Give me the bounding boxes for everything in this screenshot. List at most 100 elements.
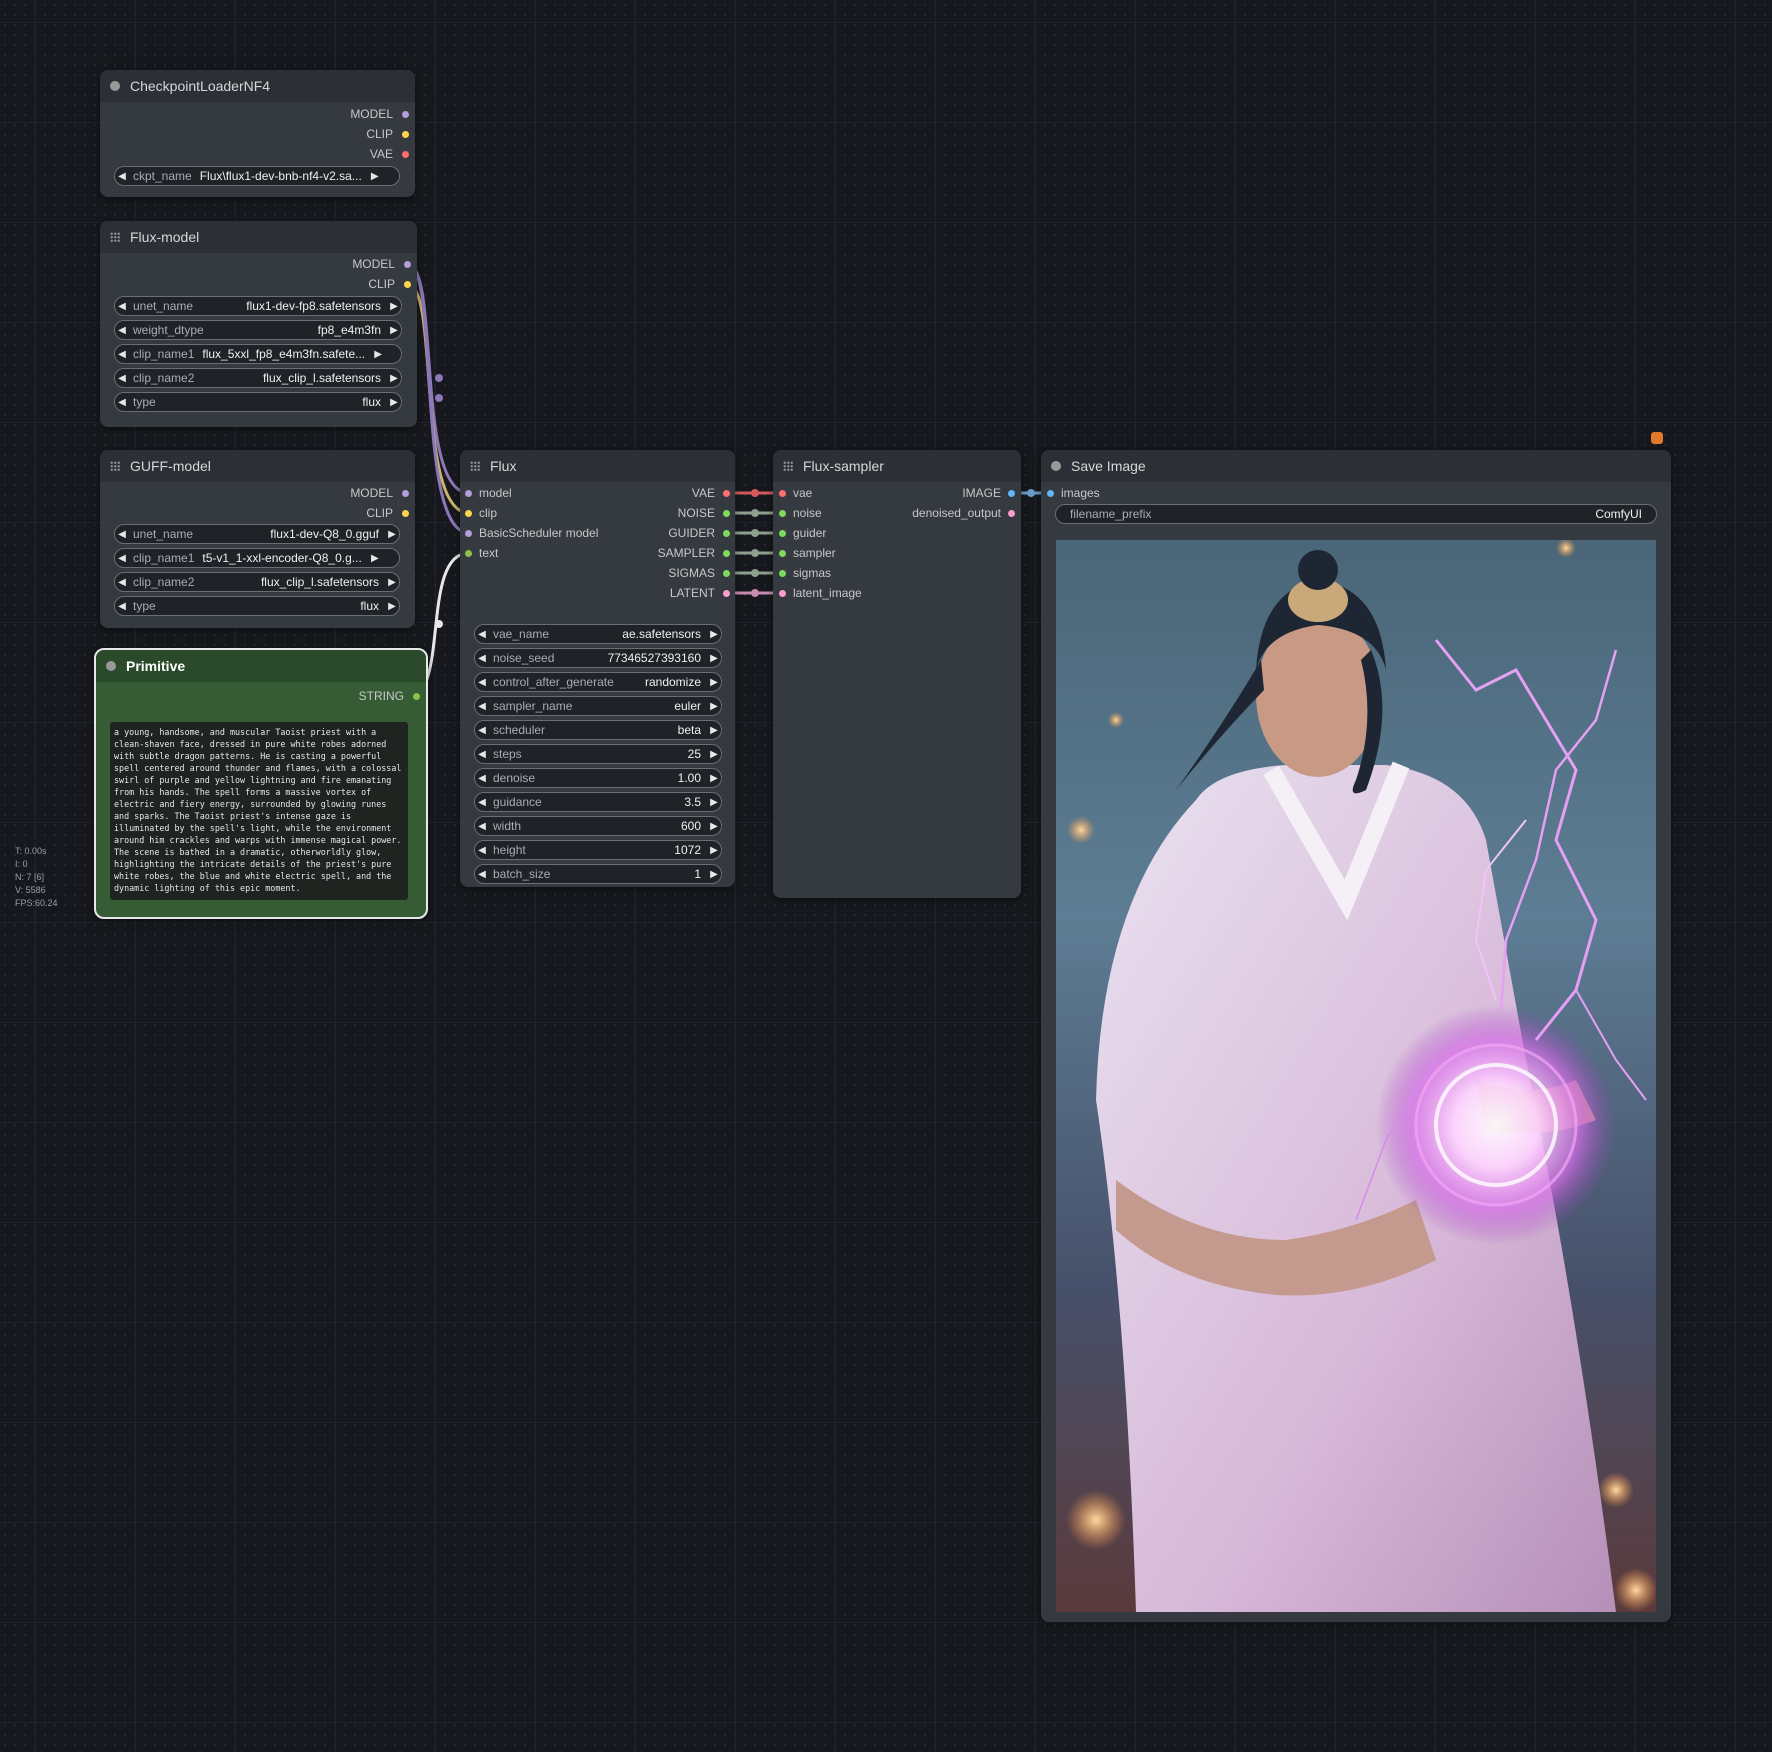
- widget-guidance[interactable]: ◀ guidance 3.5 ▶: [474, 792, 722, 812]
- widget-batch-size[interactable]: ◀ batch_size 1 ▶: [474, 864, 722, 884]
- increment-arrow-icon[interactable]: ▶: [707, 701, 721, 712]
- output-noise-socket-icon[interactable]: [723, 510, 730, 517]
- increment-arrow-icon[interactable]: ▶: [707, 869, 721, 880]
- output-sampler-socket-icon[interactable]: [723, 550, 730, 557]
- node-header[interactable]: Flux: [460, 450, 735, 482]
- decrement-arrow-icon[interactable]: ◀: [475, 773, 489, 784]
- increment-arrow-icon[interactable]: ▶: [385, 529, 399, 540]
- guff-model-node[interactable]: GUFF-model MODEL CLIP ◀ unet_name flux1-de…: [100, 450, 415, 628]
- node-header[interactable]: Save Image: [1041, 450, 1671, 482]
- increment-arrow-icon[interactable]: ▶: [387, 373, 401, 384]
- decrement-arrow-icon[interactable]: ◀: [475, 629, 489, 640]
- input-vae-socket-icon[interactable]: [779, 490, 786, 497]
- collapse-dot-icon[interactable]: [110, 81, 120, 91]
- output-model-socket-icon[interactable]: [404, 261, 411, 268]
- increment-arrow-icon[interactable]: ▶: [707, 821, 721, 832]
- decrement-arrow-icon[interactable]: ◀: [475, 869, 489, 880]
- decrement-arrow-icon[interactable]: ◀: [115, 373, 129, 384]
- flux-sampler-node[interactable]: Flux-sampler vae noise guider sampler si…: [773, 450, 1021, 898]
- output-latent-socket-icon[interactable]: [723, 590, 730, 597]
- output-vae-socket-icon[interactable]: [402, 151, 409, 158]
- widget-filename-prefix[interactable]: filename_prefix ComfyUI: [1055, 504, 1657, 524]
- output-clip-socket-icon[interactable]: [404, 281, 411, 288]
- collapse-dot-icon[interactable]: [1051, 461, 1061, 471]
- increment-arrow-icon[interactable]: ▶: [707, 653, 721, 664]
- decrement-arrow-icon[interactable]: ◀: [115, 301, 129, 312]
- widget-control-after-generate[interactable]: ◀ control_after_generate randomize ▶: [474, 672, 722, 692]
- decrement-arrow-icon[interactable]: ◀: [115, 577, 129, 588]
- decrement-arrow-icon[interactable]: ◀: [115, 171, 129, 182]
- drag-grip-icon[interactable]: [470, 461, 480, 471]
- output-clip-socket-icon[interactable]: [402, 131, 409, 138]
- node-header[interactable]: Flux-model: [100, 221, 417, 253]
- input-clip-socket-icon[interactable]: [465, 510, 472, 517]
- decrement-arrow-icon[interactable]: ◀: [115, 349, 129, 360]
- increment-arrow-icon[interactable]: ▶: [707, 749, 721, 760]
- output-sigmas-socket-icon[interactable]: [723, 570, 730, 577]
- input-sampler-socket-icon[interactable]: [779, 550, 786, 557]
- output-model-socket-icon[interactable]: [402, 490, 409, 497]
- checkpoint-loader-node[interactable]: CheckpointLoaderNF4 MODEL CLIP VAE ◀ ckp…: [100, 70, 415, 197]
- decrement-arrow-icon[interactable]: ◀: [475, 797, 489, 808]
- widget-height[interactable]: ◀ height 1072 ▶: [474, 840, 722, 860]
- widget-unet-name[interactable]: ◀ unet_name flux1-dev-fp8.safetensors ▶: [114, 296, 402, 316]
- widget-noise-seed[interactable]: ◀ noise_seed 77346527393160 ▶: [474, 648, 722, 668]
- input-scheduler-model-socket-icon[interactable]: [465, 530, 472, 537]
- save-image-node[interactable]: Save Image images filename_prefix ComfyU…: [1041, 450, 1671, 1622]
- output-clip-socket-icon[interactable]: [402, 510, 409, 517]
- widget-type[interactable]: ◀ type flux ▶: [114, 392, 402, 412]
- increment-arrow-icon[interactable]: ▶: [707, 629, 721, 640]
- increment-arrow-icon[interactable]: ▶: [707, 773, 721, 784]
- widget-clip-name2[interactable]: ◀ clip_name2 flux_clip_l.safetensors ▶: [114, 368, 402, 388]
- increment-arrow-icon[interactable]: ▶: [707, 845, 721, 856]
- flux-node[interactable]: Flux model clip BasicScheduler model tex…: [460, 450, 735, 887]
- input-sigmas-socket-icon[interactable]: [779, 570, 786, 577]
- decrement-arrow-icon[interactable]: ◀: [115, 325, 129, 336]
- decrement-arrow-icon[interactable]: ◀: [115, 601, 129, 612]
- increment-arrow-icon[interactable]: ▶: [707, 677, 721, 688]
- node-header[interactable]: GUFF-model: [100, 450, 415, 482]
- widget-clip-name1[interactable]: ◀ clip_name1 t5-v1_1-xxl-encoder-Q8_0.g...…: [114, 548, 400, 568]
- node-header[interactable]: Flux-sampler: [773, 450, 1021, 482]
- decrement-arrow-icon[interactable]: ◀: [115, 553, 129, 564]
- widget-steps[interactable]: ◀ steps 25 ▶: [474, 744, 722, 764]
- widget-type[interactable]: ◀ type flux ▶: [114, 596, 400, 616]
- increment-arrow-icon[interactable]: ▶: [368, 171, 382, 182]
- input-model-socket-icon[interactable]: [465, 490, 472, 497]
- decrement-arrow-icon[interactable]: ◀: [475, 653, 489, 664]
- input-text-socket-icon[interactable]: [465, 550, 472, 557]
- widget-clip-name1[interactable]: ◀ clip_name1 flux_5xxl_fp8_e4m3fn.safete..…: [114, 344, 402, 364]
- widget-weight-dtype[interactable]: ◀ weight_dtype fp8_e4m3fn ▶: [114, 320, 402, 340]
- widget-clip-name2[interactable]: ◀ clip_name2 flux_clip_l.safetensors ▶: [114, 572, 400, 592]
- primitive-node[interactable]: Primitive STRING a young, handsome, and …: [94, 648, 428, 919]
- increment-arrow-icon[interactable]: ▶: [385, 577, 399, 588]
- widget-ckpt-name[interactable]: ◀ ckpt_name Flux\flux1-dev-bnb-nf4-v2.sa…: [114, 166, 400, 186]
- output-guider-socket-icon[interactable]: [723, 530, 730, 537]
- widget-unet-name[interactable]: ◀ unet_name flux1-dev-Q8_0.gguf ▶: [114, 524, 400, 544]
- decrement-arrow-icon[interactable]: ◀: [475, 821, 489, 832]
- generated-image-preview[interactable]: [1056, 540, 1656, 1612]
- increment-arrow-icon[interactable]: ▶: [387, 397, 401, 408]
- decrement-arrow-icon[interactable]: ◀: [475, 701, 489, 712]
- drag-grip-icon[interactable]: [110, 232, 120, 242]
- widget-denoise[interactable]: ◀ denoise 1.00 ▶: [474, 768, 722, 788]
- decrement-arrow-icon[interactable]: ◀: [475, 749, 489, 760]
- output-denoised-socket-icon[interactable]: [1008, 510, 1015, 517]
- decrement-arrow-icon[interactable]: ◀: [115, 529, 129, 540]
- output-string-socket-icon[interactable]: [413, 693, 420, 700]
- flux-model-node[interactable]: Flux-model MODEL CLIP ◀ unet_name flux1-de…: [100, 221, 417, 427]
- input-guider-socket-icon[interactable]: [779, 530, 786, 537]
- widget-sampler-name[interactable]: ◀ sampler_name euler ▶: [474, 696, 722, 716]
- decrement-arrow-icon[interactable]: ◀: [475, 677, 489, 688]
- output-model-socket-icon[interactable]: [402, 111, 409, 118]
- output-vae-socket-icon[interactable]: [723, 490, 730, 497]
- drag-grip-icon[interactable]: [783, 461, 793, 471]
- collapse-dot-icon[interactable]: [106, 661, 116, 671]
- input-images-socket-icon[interactable]: [1047, 490, 1054, 497]
- increment-arrow-icon[interactable]: ▶: [387, 301, 401, 312]
- increment-arrow-icon[interactable]: ▶: [707, 725, 721, 736]
- drag-grip-icon[interactable]: [110, 461, 120, 471]
- widget-vae-name[interactable]: ◀ vae_name ae.safetensors ▶: [474, 624, 722, 644]
- input-latent-image-socket-icon[interactable]: [779, 590, 786, 597]
- increment-arrow-icon[interactable]: ▶: [385, 601, 399, 612]
